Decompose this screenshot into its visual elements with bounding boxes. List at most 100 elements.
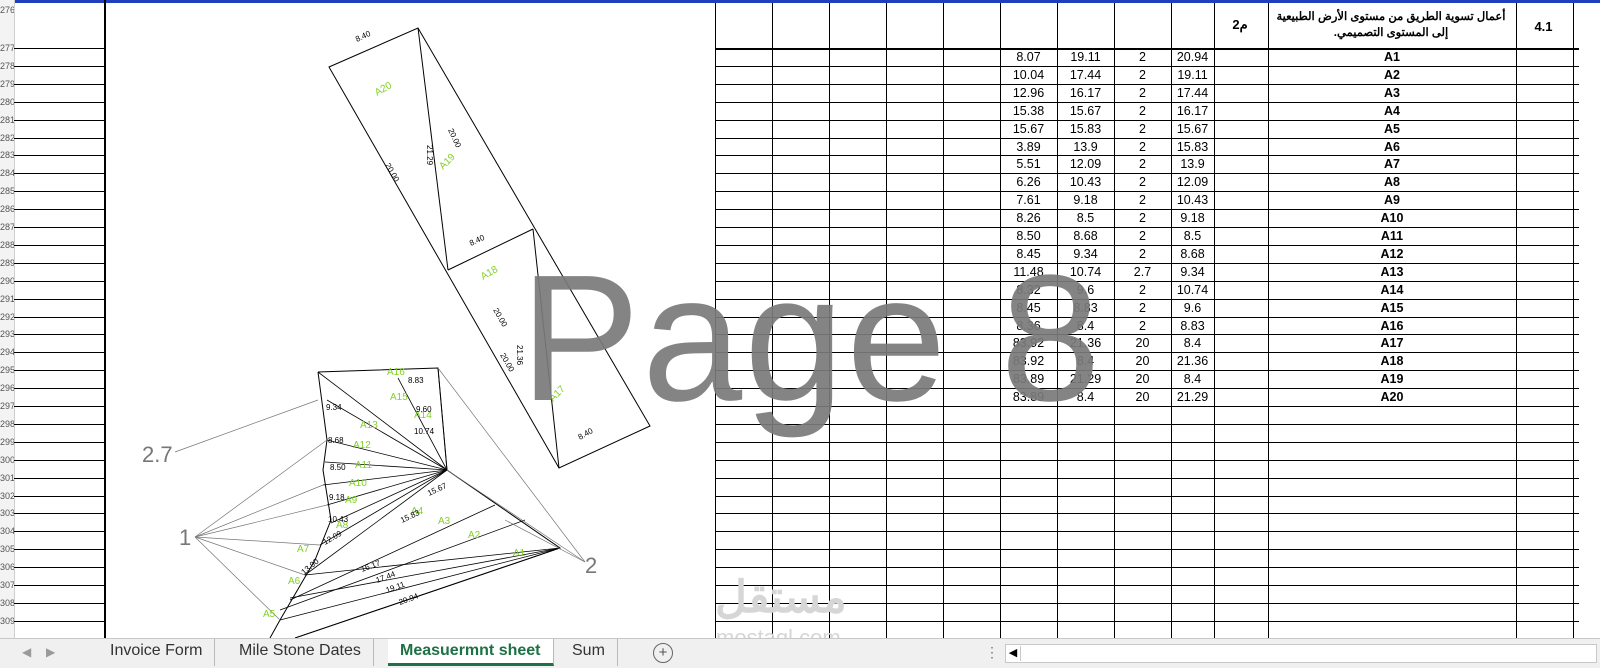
row-header[interactable]: 276 [0,1,14,19]
value-cell[interactable]: 10.04 [1000,66,1057,84]
area-label-cell[interactable]: A10 [1268,209,1516,227]
row-header[interactable]: 281 [0,111,14,129]
value-cell[interactable]: 8.5 [1171,227,1214,245]
row-header[interactable]: 305 [0,540,14,558]
area-label-cell[interactable]: A18 [1268,352,1516,370]
value-cell[interactable]: 2 [1114,138,1171,156]
area-label-cell[interactable]: A16 [1268,317,1516,335]
column-a[interactable] [14,0,106,638]
area-label-cell[interactable]: A13 [1268,263,1516,281]
row-header[interactable]: 306 [0,558,14,576]
tab-mile-stone-dates[interactable]: Mile Stone Dates [227,639,374,666]
value-cell[interactable]: 20 [1114,370,1171,388]
value-cell[interactable]: 8.83 [1171,317,1214,335]
value-cell[interactable]: 15.38 [1000,102,1057,120]
value-cell[interactable]: 2 [1114,299,1171,317]
value-cell[interactable]: 2 [1114,191,1171,209]
row-header[interactable]: 291 [0,290,14,308]
area-label-cell[interactable]: A19 [1268,370,1516,388]
area-label-cell[interactable]: A7 [1268,155,1516,173]
value-cell[interactable]: 20 [1114,388,1171,406]
row-header[interactable]: 304 [0,522,14,540]
value-cell[interactable]: 8.5 [1057,209,1114,227]
value-cell[interactable]: 13.9 [1171,155,1214,173]
value-cell[interactable]: 12.96 [1000,84,1057,102]
tab-invoice-form[interactable]: Invoice Form [98,639,216,666]
row-header[interactable]: 293 [0,325,14,343]
area-label-cell[interactable]: A20 [1268,388,1516,406]
value-cell[interactable]: 17.44 [1171,84,1214,102]
row-header[interactable]: 300 [0,451,14,469]
area-label-cell[interactable]: A17 [1268,334,1516,352]
value-cell[interactable]: 2.7 [1114,263,1171,281]
row-header[interactable]: 297 [0,397,14,415]
area-label-cell[interactable]: A9 [1268,191,1516,209]
row-header[interactable]: 282 [0,129,14,147]
row-header[interactable]: 290 [0,272,14,290]
value-cell[interactable]: 9.18 [1171,209,1214,227]
area-label-cell[interactable]: A1 [1268,48,1516,66]
row-header[interactable]: 278 [0,57,14,75]
value-cell[interactable]: 12.09 [1171,173,1214,191]
row-header[interactable]: 298 [0,415,14,433]
row-header[interactable]: 301 [0,469,14,487]
value-cell[interactable]: 2 [1114,209,1171,227]
area-label-cell[interactable]: A11 [1268,227,1516,245]
row-header[interactable]: 279 [0,75,14,93]
area-label-cell[interactable]: A8 [1268,173,1516,191]
value-cell[interactable]: 15.67 [1000,120,1057,138]
row-headers[interactable]: 276 277 278 279 280 281 282 283 284 285 286 287 288 2… [0,0,15,638]
value-cell[interactable]: 10.43 [1057,173,1114,191]
row-header[interactable]: 308 [0,594,14,612]
value-cell[interactable]: 10.74 [1171,281,1214,299]
value-cell[interactable]: 15.83 [1057,120,1114,138]
row-header[interactable]: 309 [0,612,14,630]
area-label-cell[interactable]: A4 [1268,102,1516,120]
value-cell[interactable]: 5.51 [1000,155,1057,173]
value-cell[interactable]: 13.9 [1057,138,1114,156]
value-cell[interactable]: 9.18 [1057,191,1114,209]
value-cell[interactable]: 21.29 [1171,388,1214,406]
value-cell[interactable]: 19.11 [1171,66,1214,84]
value-cell[interactable]: 2 [1114,120,1171,138]
value-cell[interactable]: 2 [1114,84,1171,102]
horizontal-scrollbar[interactable]: ◀ [1005,644,1597,663]
row-header[interactable]: 303 [0,504,14,522]
row-header[interactable]: 294 [0,343,14,361]
value-cell[interactable]: 7.61 [1000,191,1057,209]
value-cell[interactable]: 3.89 [1000,138,1057,156]
value-cell[interactable]: 9.6 [1171,299,1214,317]
row-header[interactable]: 289 [0,254,14,272]
value-cell[interactable]: 20 [1114,352,1171,370]
value-cell[interactable]: 2 [1114,102,1171,120]
value-cell[interactable]: 2 [1114,48,1171,66]
value-cell[interactable]: 2 [1114,317,1171,335]
value-cell[interactable]: 20 [1114,334,1171,352]
area-label-cell[interactable]: A6 [1268,138,1516,156]
value-cell[interactable]: 12.09 [1057,155,1114,173]
row-header[interactable]: 288 [0,236,14,254]
area-label-cell[interactable]: A15 [1268,299,1516,317]
value-cell[interactable]: 2 [1114,227,1171,245]
value-cell[interactable]: 8.07 [1000,48,1057,66]
row-header[interactable]: 287 [0,218,14,236]
row-header[interactable]: 280 [0,93,14,111]
value-cell[interactable]: 16.17 [1057,84,1114,102]
value-cell[interactable]: 20.94 [1171,48,1214,66]
value-cell[interactable]: 2 [1114,155,1171,173]
value-cell[interactable]: 8.26 [1000,209,1057,227]
row-header[interactable]: 283 [0,146,14,164]
value-cell[interactable]: 2 [1114,281,1171,299]
row-header[interactable]: 292 [0,308,14,326]
value-cell[interactable]: 9.34 [1171,263,1214,281]
scroll-left-arrow-icon[interactable]: ◀ [1006,646,1021,661]
value-cell[interactable]: 6.26 [1000,173,1057,191]
triangle-right-icon[interactable]: ▶ [46,645,55,659]
value-cell[interactable]: 15.67 [1057,102,1114,120]
value-cell[interactable]: 19.11 [1057,48,1114,66]
value-cell[interactable]: 15.67 [1171,120,1214,138]
tab-sum[interactable]: Sum [560,639,618,666]
row-header[interactable]: 277 [0,39,14,57]
area-label-cell[interactable]: A2 [1268,66,1516,84]
row-header[interactable]: 286 [0,200,14,218]
